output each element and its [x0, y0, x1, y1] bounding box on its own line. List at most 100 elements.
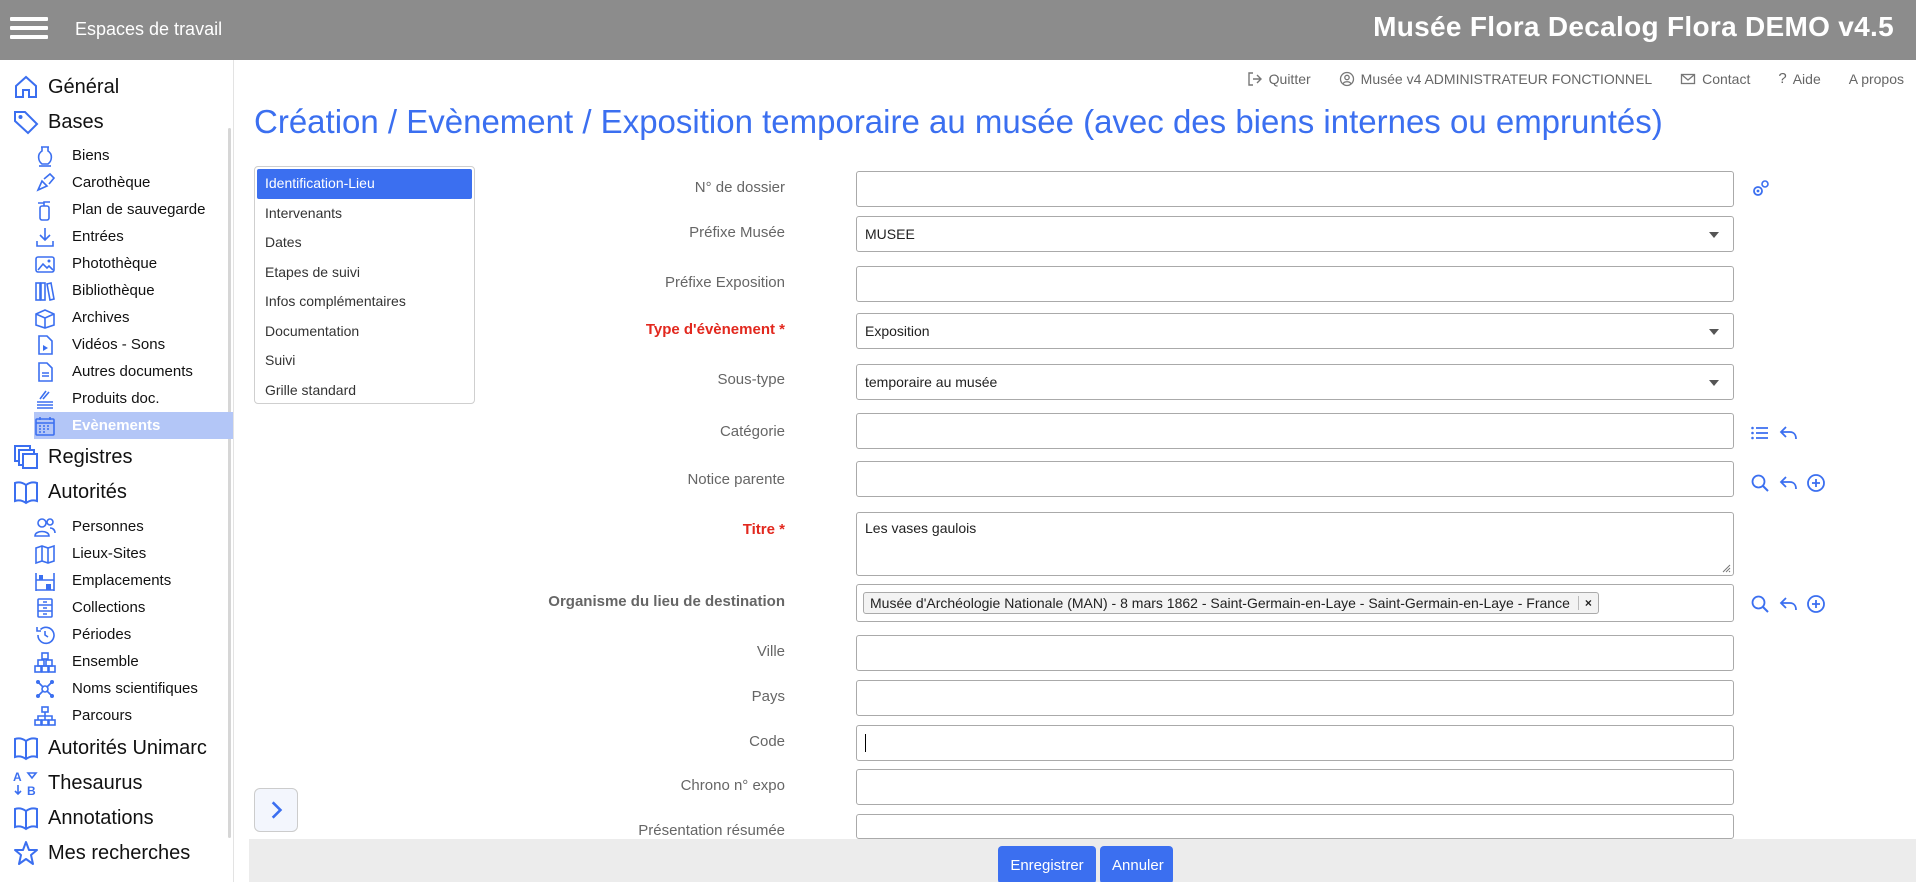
book-icon: [14, 737, 38, 761]
cancel-button[interactable]: Annuler: [1100, 846, 1173, 882]
molecule-icon: [36, 679, 54, 698]
help-link[interactable]: ? Aide: [1778, 70, 1820, 87]
dossier-input[interactable]: [856, 171, 1734, 207]
user-circle-icon: [1339, 71, 1354, 86]
sidebar-item-ensemble[interactable]: Ensemble: [0, 648, 232, 675]
resize-handle-icon[interactable]: [1721, 563, 1731, 573]
sidebar-item-bibliotheque[interactable]: Bibliothèque: [0, 277, 232, 304]
sidebar-item-periodes[interactable]: Périodes: [0, 621, 232, 648]
titre-label: Titre *: [742, 521, 785, 538]
box-icon: [35, 308, 55, 329]
sidebar-item-carotheque[interactable]: Carothèque: [0, 169, 232, 196]
quit-label: Quitter: [1268, 70, 1311, 87]
sidebar-item-archives[interactable]: Archives: [0, 304, 232, 331]
save-button[interactable]: Enregistrer: [998, 846, 1096, 882]
presentation-input[interactable]: [856, 814, 1734, 839]
sidebar-item-label: Autres documents: [72, 363, 193, 380]
sidebar-autorites-unimarc[interactable]: Autorités Unimarc: [0, 731, 232, 765]
sidebar-item-biens[interactable]: Biens: [0, 142, 232, 169]
prefixe-musee-select[interactable]: MUSEE: [856, 216, 1734, 252]
sidebar-item-videos-sons[interactable]: Vidéos - Sons: [0, 331, 232, 358]
dossier-actions: [1750, 179, 1770, 199]
tab-documentation[interactable]: Documentation: [257, 317, 472, 347]
sidebar-item-label: Bibliothèque: [72, 282, 155, 299]
next-tab-button[interactable]: [254, 788, 298, 832]
thesaurus-icon: AB: [13, 770, 38, 797]
sidebar-thesaurus[interactable]: AB Thesaurus: [0, 766, 232, 800]
titre-value: Les vases gaulois: [865, 520, 977, 536]
tab-grille-standard[interactable]: Grille standard: [257, 376, 472, 406]
organisme-chip: Musée d'Archéologie Nationale (MAN) - 8 …: [863, 592, 1599, 614]
undo-icon[interactable]: [1778, 423, 1798, 443]
tab-infos-complementaires[interactable]: Infos complémentaires: [257, 287, 472, 317]
add-circle-icon[interactable]: [1806, 594, 1826, 614]
notice-parente-label: Notice parente: [687, 471, 785, 488]
sidebar-item-label: Produits doc.: [72, 390, 160, 407]
sidebar-item-evenements[interactable]: Evènements: [34, 412, 233, 439]
sidebar-item-lieux-sites[interactable]: Lieux-Sites: [0, 540, 232, 567]
sidebar-annotations-label: Annotations: [48, 806, 154, 829]
sidebar-item-emplacements[interactable]: Emplacements: [0, 567, 232, 594]
prefixe-expo-input[interactable]: [856, 266, 1734, 302]
sidebar-mes-recherches[interactable]: Mes recherches: [0, 836, 232, 870]
organisme-actions: [1750, 594, 1826, 614]
tab-dates[interactable]: Dates: [257, 228, 472, 258]
sidebar-general-label: Général: [48, 75, 120, 98]
search-icon[interactable]: [1750, 594, 1770, 614]
code-label: Code: [749, 733, 785, 750]
sidebar-item-plan-sauvegarde[interactable]: Plan de sauvegarde: [0, 196, 232, 223]
contact-link[interactable]: Contact: [1680, 70, 1750, 87]
sidebar-autorites[interactable]: Autorités: [0, 475, 232, 509]
notice-parente-input[interactable]: [856, 461, 1734, 497]
chrono-input[interactable]: [856, 769, 1734, 805]
hamburger-icon[interactable]: [10, 12, 48, 46]
sidebar-item-produits-doc[interactable]: Produits doc.: [0, 385, 232, 412]
undo-icon[interactable]: [1778, 594, 1798, 614]
sous-type-select[interactable]: temporaire au musée: [856, 364, 1734, 400]
sidebar-registres[interactable]: Registres: [0, 440, 232, 474]
books-icon: [35, 281, 55, 301]
user-link[interactable]: Musée v4 ADMINISTRATEUR FONCTIONNEL: [1339, 70, 1652, 87]
sidebar-bases[interactable]: Bases: [0, 105, 232, 139]
sidebar-annotations[interactable]: Annotations: [0, 801, 232, 835]
sidebar-item-phototheque[interactable]: Photothèque: [0, 250, 232, 277]
sidebar-item-label: Périodes: [72, 626, 132, 643]
ville-input[interactable]: [856, 635, 1734, 671]
tab-etapes-suivi[interactable]: Etapes de suivi: [257, 258, 472, 288]
sidebar-item-noms-scientifiques[interactable]: Noms scientifiques: [0, 675, 232, 702]
about-link[interactable]: A propos: [1849, 70, 1904, 87]
categorie-actions: [1750, 423, 1798, 443]
sidebar-item-label: Vidéos - Sons: [72, 336, 166, 353]
sidebar-item-autres-documents[interactable]: Autres documents: [0, 358, 232, 385]
tab-identification-lieu[interactable]: Identification-Lieu: [257, 169, 472, 199]
sidebar-general[interactable]: Général: [0, 70, 232, 104]
dossier-label: N° de dossier: [694, 179, 785, 196]
pays-input[interactable]: [856, 680, 1734, 716]
envelope-icon: [1680, 73, 1696, 84]
sidebar-item-label: Emplacements: [72, 572, 172, 589]
categorie-input[interactable]: [856, 413, 1734, 449]
sidebar-item-parcours[interactable]: Parcours: [0, 702, 232, 729]
type-evenement-label: Type d'évènement *: [645, 321, 785, 338]
workspaces-link[interactable]: Espaces de travail: [75, 19, 222, 40]
search-icon[interactable]: [1750, 473, 1770, 493]
add-circle-icon[interactable]: [1806, 473, 1826, 493]
list-icon[interactable]: [1750, 423, 1770, 443]
sidebar-item-label: Noms scientifiques: [72, 680, 198, 697]
tab-intervenants[interactable]: Intervenants: [257, 199, 472, 229]
quit-link[interactable]: Quitter: [1247, 70, 1311, 87]
remove-chip-icon[interactable]: ×: [1577, 596, 1592, 610]
sidebar-autorites-label: Autorités: [48, 480, 127, 503]
sidebar-item-entrees[interactable]: Entrées: [0, 223, 232, 250]
registers-icon: [14, 445, 38, 469]
tab-suivi[interactable]: Suivi: [257, 346, 472, 376]
undo-icon[interactable]: [1778, 473, 1798, 493]
type-evenement-select[interactable]: Exposition: [856, 313, 1734, 349]
sidebar-item-label: Archives: [72, 309, 130, 326]
sidebar-item-collections[interactable]: Collections: [0, 594, 232, 621]
titre-textarea[interactable]: Les vases gaulois: [856, 512, 1734, 576]
gears-icon[interactable]: [1750, 179, 1770, 199]
organisme-multiselect[interactable]: Musée d'Archéologie Nationale (MAN) - 8 …: [856, 584, 1734, 622]
sidebar-item-personnes[interactable]: Personnes: [0, 513, 232, 540]
code-input[interactable]: [856, 725, 1734, 761]
